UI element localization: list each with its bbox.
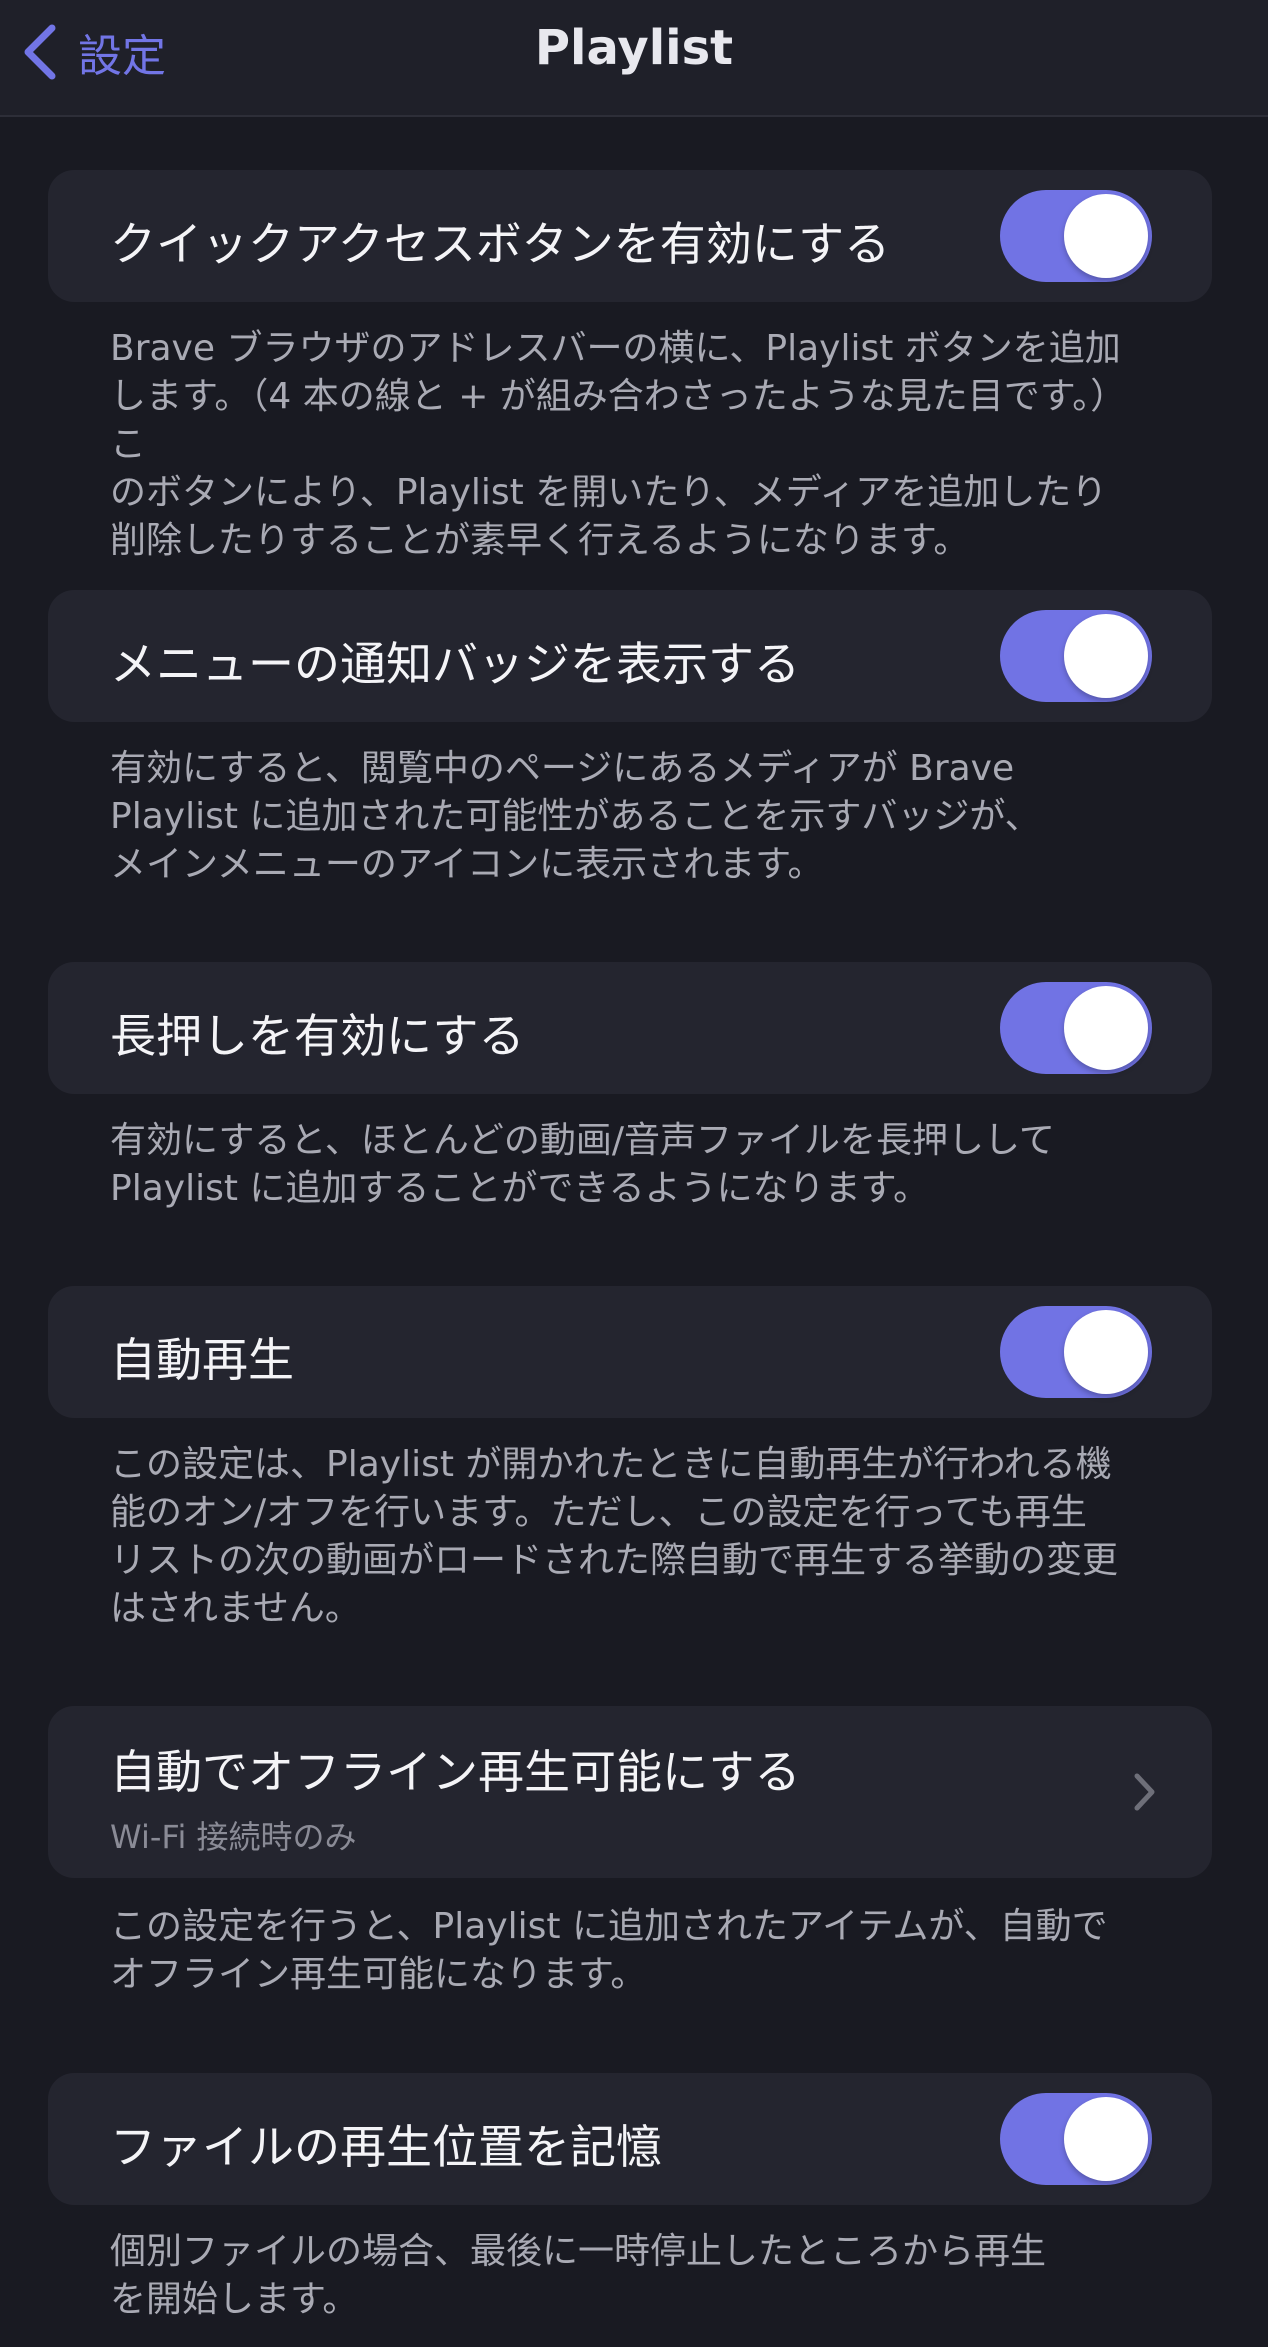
quick-access-toggle[interactable] — [1000, 190, 1152, 282]
setting-footer: Brave ブラウザのアドレスバーの横に、Playlist ボタンを追加 します… — [110, 328, 1127, 561]
setting-row-menu-badge: メニューの通知バッジを表示する — [48, 590, 1212, 722]
autoplay-toggle[interactable] — [1000, 1306, 1152, 1398]
toggle-knob — [1064, 614, 1148, 698]
setting-footer: 有効にすると、ほとんどの動画/音声ファイルを長押しして Playlist に追加… — [110, 1120, 1055, 1209]
setting-label: 自動でオフライン再生可能にする — [110, 1745, 801, 1799]
remember-position-toggle[interactable] — [1000, 2093, 1152, 2185]
setting-footer: この設定を行うと、Playlist に追加されたアイテムが、自動で オフライン再… — [110, 1906, 1108, 1995]
long-press-toggle[interactable] — [1000, 982, 1152, 1074]
setting-row-quick-access: クイックアクセスボタンを有効にする — [48, 170, 1212, 302]
setting-row-autoplay: 自動再生 — [48, 1286, 1212, 1418]
setting-row-remember-position: ファイルの再生位置を記憶 — [48, 2073, 1212, 2205]
setting-label: メニューの通知バッジを表示する — [110, 637, 800, 691]
chevron-right-icon — [1132, 1772, 1156, 1816]
navigation-bar: 設定 Playlist — [0, 0, 1268, 117]
setting-row-auto-offline[interactable]: 自動でオフライン再生可能にする Wi-Fi 接続時のみ — [48, 1706, 1212, 1878]
setting-footer: 有効にすると、閲覧中のページにあるメディアが Brave Playlist に追… — [110, 748, 1041, 885]
toggle-knob — [1064, 2097, 1148, 2181]
setting-sublabel: Wi-Fi 接続時のみ — [110, 1818, 357, 1856]
setting-footer: 個別ファイルの場合、最後に一時停止したところから再生 を開始します。 — [110, 2231, 1047, 2320]
page-title: Playlist — [534, 20, 734, 76]
setting-label: 自動再生 — [110, 1333, 294, 1387]
setting-label: ファイルの再生位置を記憶 — [110, 2120, 662, 2174]
toggle-knob — [1064, 194, 1148, 278]
menu-badge-toggle[interactable] — [1000, 610, 1152, 702]
setting-label: クイックアクセスボタンを有効にする — [110, 217, 891, 271]
setting-row-long-press: 長押しを有効にする — [48, 962, 1212, 1094]
toggle-knob — [1064, 1310, 1148, 1394]
setting-label: 長押しを有効にする — [110, 1009, 525, 1063]
setting-footer: この設定は、Playlist が開かれたときに自動再生が行われる機 能のオン/オ… — [110, 1444, 1119, 1629]
toggle-knob — [1064, 986, 1148, 1070]
